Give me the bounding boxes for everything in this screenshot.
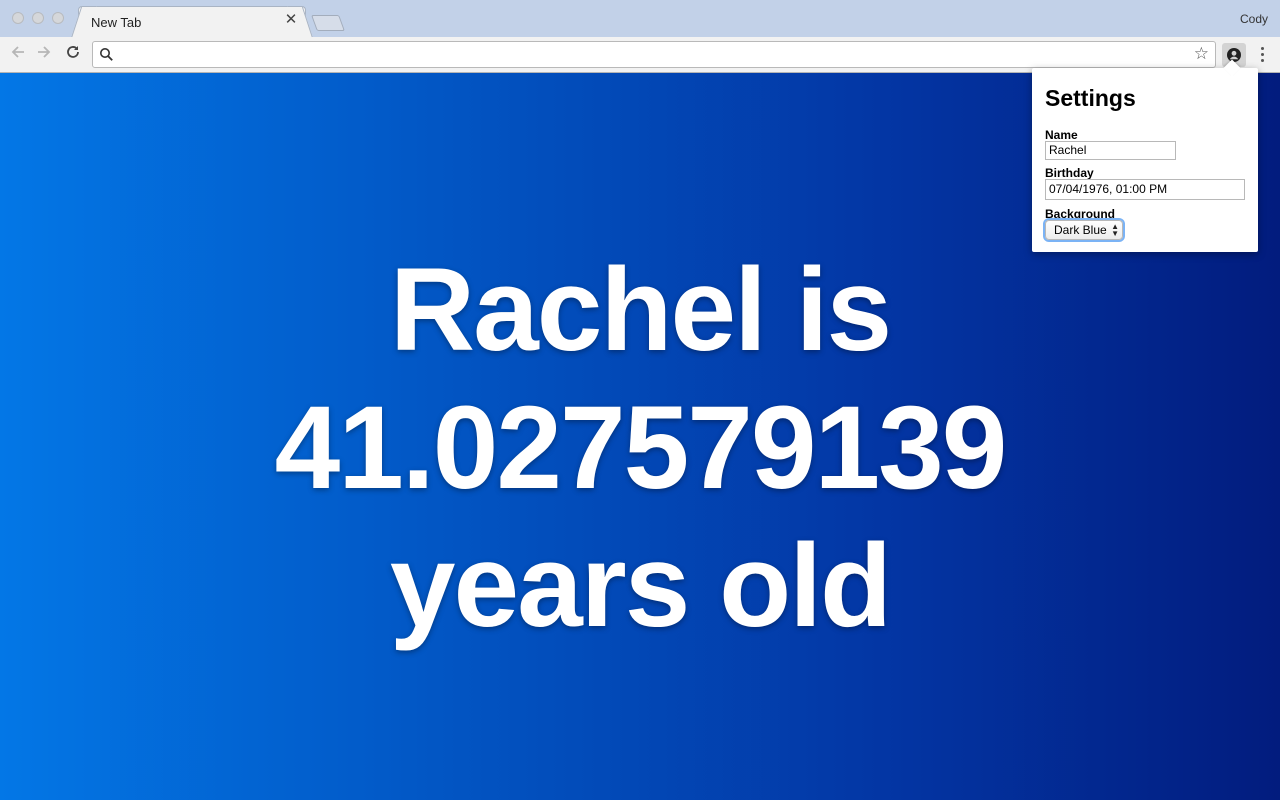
name-label: Name — [1045, 128, 1078, 142]
window-minimize-button[interactable] — [32, 12, 44, 24]
background-label: Background — [1045, 207, 1116, 221]
name-field[interactable]: Rachel — [1045, 141, 1176, 160]
omnibox[interactable]: ☆ — [92, 41, 1216, 68]
birthday-label: Birthday — [1045, 166, 1094, 180]
background-select[interactable]: Dark Blue ▲ ▼ — [1045, 220, 1123, 240]
reload-icon[interactable] — [62, 44, 84, 66]
browser-window: New Tab ✕ Cody ☆ Rachel is 41.027579139 … — [0, 0, 1280, 800]
settings-popup: Settings Name Rachel Birthday 07/04/1976… — [1032, 59, 1258, 252]
popup-title: Settings — [1045, 85, 1136, 111]
arrow-left-icon[interactable] — [7, 44, 29, 66]
background-select-value: Dark Blue — [1054, 223, 1107, 237]
address-bar-input[interactable] — [121, 45, 1185, 66]
tab-title: New Tab — [91, 15, 142, 30]
birthday-field[interactable]: 07/04/1976, 01:00 PM — [1045, 179, 1245, 200]
profile-name[interactable]: Cody — [1240, 12, 1268, 26]
arrow-right-icon[interactable] — [33, 44, 55, 66]
age-line-name: Rachel is — [389, 244, 892, 376]
age-line-unit: years old — [389, 520, 892, 652]
select-arrows-icon: ▲ ▼ — [1111, 222, 1119, 238]
tab-new-tab[interactable]: New Tab ✕ — [78, 6, 306, 37]
age-line-value: 41.027579139 — [274, 382, 1008, 514]
window-maximize-button[interactable] — [52, 12, 64, 24]
search-icon — [99, 47, 114, 62]
close-icon[interactable]: ✕ — [283, 12, 299, 28]
kebab-menu-icon[interactable] — [1254, 44, 1270, 66]
window-close-button[interactable] — [12, 12, 24, 24]
star-icon[interactable]: ☆ — [1194, 44, 1209, 64]
new-tab-button[interactable] — [311, 15, 345, 31]
tab-strip: New Tab ✕ Cody — [0, 0, 1280, 37]
age-display: Rachel is 41.027579139 years old — [0, 241, 1280, 655]
